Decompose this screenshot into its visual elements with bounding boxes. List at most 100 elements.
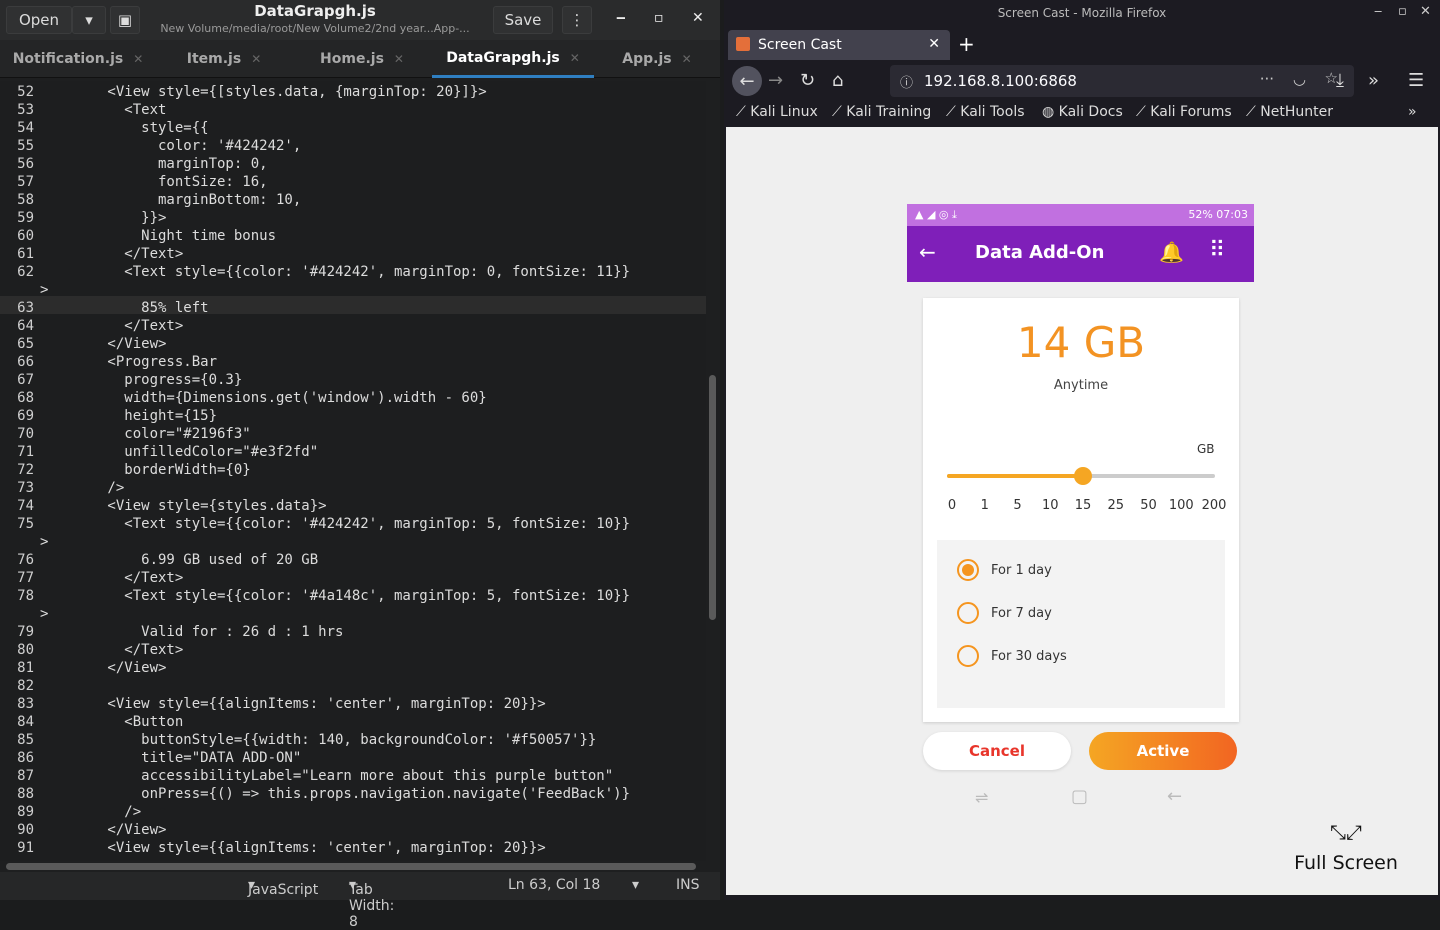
code-line[interactable]: <View style={styles.data}> bbox=[40, 497, 326, 515]
code-line[interactable]: height={15} bbox=[40, 407, 217, 425]
radio-icon[interactable] bbox=[957, 602, 979, 624]
code-line[interactable]: <Text style={{color: '#424242', marginTo… bbox=[40, 263, 630, 281]
code-line[interactable]: > bbox=[40, 605, 48, 623]
page-actions-icon[interactable]: ··· bbox=[1260, 70, 1274, 88]
open-dropdown-button[interactable]: ▾ bbox=[72, 6, 106, 34]
code-line[interactable]: </View> bbox=[40, 659, 166, 677]
close-icon[interactable]: ✕ bbox=[570, 51, 580, 65]
close-icon[interactable]: ✕ bbox=[682, 52, 692, 66]
tab-item[interactable]: Item.js ✕ bbox=[156, 40, 292, 78]
option-7-day[interactable]: For 7 day bbox=[957, 601, 1052, 625]
slider-tick-label[interactable]: 0 bbox=[937, 498, 967, 513]
code-line[interactable]: /> bbox=[40, 803, 141, 821]
code-line[interactable]: marginBottom: 10, bbox=[40, 191, 301, 209]
code-line[interactable]: </View> bbox=[40, 821, 166, 839]
slider-tick-label[interactable]: 200 bbox=[1199, 498, 1229, 513]
code-line[interactable]: color: '#424242', bbox=[40, 137, 301, 155]
menu-button[interactable]: ⋮ bbox=[562, 6, 592, 34]
code-line[interactable]: 6.99 GB used of 20 GB bbox=[40, 551, 318, 569]
overflow-icon[interactable]: » bbox=[1368, 70, 1379, 91]
horizontal-scrollbar[interactable] bbox=[6, 863, 696, 870]
download-icon[interactable]: ⤓ bbox=[1336, 70, 1344, 91]
minimize-icon[interactable]: ‒ bbox=[1374, 4, 1382, 19]
code-line[interactable]: <View style={[styles.data, {marginTop: 2… bbox=[40, 83, 486, 101]
code-line[interactable]: unfilledColor="#e3f2fd" bbox=[40, 443, 318, 461]
active-button[interactable]: Active bbox=[1089, 732, 1237, 770]
code-line[interactable]: <Text bbox=[40, 101, 166, 119]
close-tab-icon[interactable]: ✕ bbox=[928, 36, 940, 52]
code-line[interactable]: /> bbox=[40, 479, 124, 497]
code-line[interactable]: </Text> bbox=[40, 569, 183, 587]
new-document-button[interactable]: ▣ bbox=[110, 6, 140, 34]
code-line[interactable]: </View> bbox=[40, 335, 166, 353]
grid-apps-icon[interactable]: ⠿ bbox=[1209, 238, 1225, 263]
code-line[interactable]: </Text> bbox=[40, 245, 183, 263]
open-button[interactable]: Open bbox=[6, 6, 72, 34]
reload-icon[interactable]: ↻ bbox=[800, 70, 815, 91]
code-line[interactable]: width={Dimensions.get('window').width - … bbox=[40, 389, 486, 407]
info-icon[interactable]: ⓘ bbox=[900, 72, 913, 91]
tab-width-selector[interactable]: Tab Width: 8 ▾ bbox=[349, 877, 394, 930]
code-line[interactable]: <Button bbox=[40, 713, 183, 731]
code-line[interactable]: > bbox=[40, 281, 48, 299]
code-line[interactable]: > bbox=[40, 533, 48, 551]
bell-icon[interactable]: 🔔 bbox=[1159, 240, 1184, 264]
code-line[interactable]: <Progress.Bar bbox=[40, 353, 217, 371]
bookmark-kali-linux[interactable]: ⟋ Kali Linux bbox=[736, 104, 818, 120]
bookmark-kali-tools[interactable]: ⟋ Kali Tools bbox=[946, 104, 1025, 120]
close-icon[interactable]: ✕ bbox=[251, 52, 261, 66]
radio-selected-icon[interactable] bbox=[957, 559, 979, 581]
tab-notification[interactable]: Notification.js ✕ bbox=[0, 40, 156, 78]
code-line[interactable]: Valid for : 26 d : 1 hrs bbox=[40, 623, 343, 641]
code-line[interactable]: 85% left bbox=[40, 299, 208, 317]
code-line[interactable]: </Text> bbox=[40, 641, 183, 659]
slider-thumb[interactable] bbox=[1074, 467, 1092, 485]
code-line[interactable]: buttonStyle={{width: 140, backgroundColo… bbox=[40, 731, 596, 749]
hamburger-menu-icon[interactable]: ☰ bbox=[1408, 70, 1424, 91]
slider-tick-label[interactable]: 50 bbox=[1134, 498, 1164, 513]
code-line[interactable]: color="#2196f3" bbox=[40, 425, 250, 443]
code-line[interactable]: <View style={{alignItems: 'center', marg… bbox=[40, 695, 545, 713]
radio-icon[interactable] bbox=[957, 645, 979, 667]
option-30-days[interactable]: For 30 days bbox=[957, 644, 1067, 668]
maximize-icon[interactable]: ▫ bbox=[654, 10, 664, 26]
code-line[interactable]: }}> bbox=[40, 209, 166, 227]
code-line[interactable]: Night time bonus bbox=[40, 227, 276, 245]
code-line[interactable]: title="DATA ADD-ON" bbox=[40, 749, 301, 767]
browser-tab[interactable]: Screen Cast ✕ bbox=[728, 30, 950, 60]
code-line[interactable]: borderWidth={0} bbox=[40, 461, 250, 479]
bookmark-kali-docs[interactable]: ◍ Kali Docs bbox=[1042, 104, 1123, 120]
close-icon[interactable]: ✕ bbox=[133, 52, 143, 66]
back-nav-icon[interactable]: ← bbox=[1167, 786, 1182, 807]
close-icon[interactable]: ✕ bbox=[394, 52, 404, 66]
slider-tick-label[interactable]: 25 bbox=[1101, 498, 1131, 513]
code-line[interactable]: fontSize: 16, bbox=[40, 173, 268, 191]
code-line[interactable]: accessibilityLabel="Learn more about thi… bbox=[40, 767, 613, 785]
slider-tick-label[interactable]: 15 bbox=[1068, 498, 1098, 513]
code-line[interactable]: <Text style={{color: '#4a148c', marginTo… bbox=[40, 587, 630, 605]
vertical-scrollbar[interactable] bbox=[709, 375, 716, 620]
code-line[interactable]: style={{ bbox=[40, 119, 208, 137]
language-selector[interactable]: JavaScript ▾ bbox=[248, 877, 318, 898]
code-line[interactable]: </Text> bbox=[40, 317, 183, 335]
slider-tick-label[interactable]: 5 bbox=[1003, 498, 1033, 513]
bookmarks-overflow-icon[interactable]: » bbox=[1408, 104, 1417, 120]
back-arrow-icon[interactable]: ← bbox=[919, 240, 936, 264]
code-line[interactable]: progress={0.3} bbox=[40, 371, 242, 389]
forward-icon[interactable]: → bbox=[768, 70, 783, 91]
code-line[interactable]: onPress={() => this.props.navigation.nav… bbox=[40, 785, 630, 803]
bookmark-kali-forums[interactable]: ⟋ Kali Forums bbox=[1136, 104, 1232, 120]
bookmark-nethunter[interactable]: ⟋ NetHunter bbox=[1246, 104, 1333, 120]
close-icon[interactable]: ✕ bbox=[1420, 4, 1431, 19]
tab-app[interactable]: App.js ✕ bbox=[594, 40, 720, 78]
code-view[interactable]: 52 <View style={[styles.data, {marginTop… bbox=[0, 81, 706, 861]
cursor-position[interactable]: Ln 63, Col 18 bbox=[508, 877, 600, 893]
slider-tick-label[interactable]: 10 bbox=[1035, 498, 1065, 513]
save-button[interactable]: Save bbox=[493, 6, 553, 34]
minimize-icon[interactable]: ‒ bbox=[616, 10, 626, 26]
address-bar[interactable]: ⓘ 192.168.8.100:6868 ··· ◡ ☆ bbox=[890, 65, 1354, 97]
home-nav-icon[interactable]: ▢ bbox=[1071, 786, 1088, 807]
slider-tick-label[interactable]: 1 bbox=[970, 498, 1000, 513]
recents-nav-icon[interactable]: ⇌ bbox=[975, 788, 988, 807]
tab-home[interactable]: Home.js ✕ bbox=[292, 40, 432, 78]
